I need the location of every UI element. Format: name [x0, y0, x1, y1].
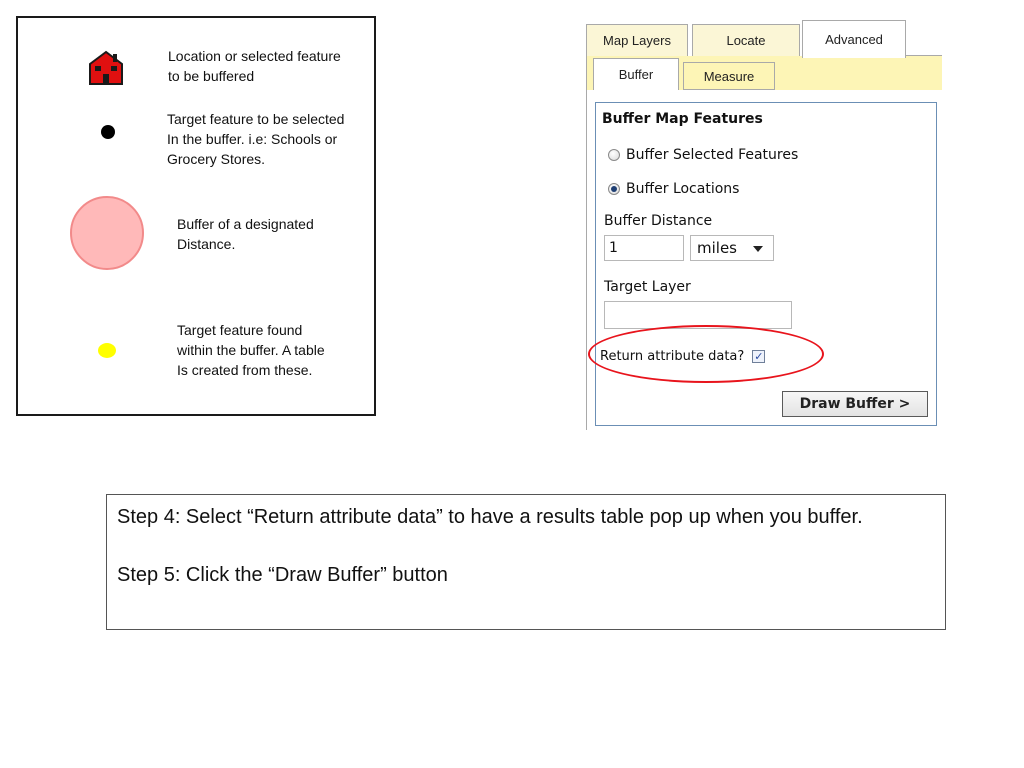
radio-locations[interactable]	[608, 183, 620, 195]
distance-unit-select[interactable]: miles	[690, 235, 774, 261]
radio-selected-features-label: Buffer Selected Features	[626, 147, 799, 163]
instructions-box: Step 4: Select “Return attribute data” t…	[106, 494, 946, 630]
legend-label-found: Target feature found within the buffer. …	[177, 322, 325, 378]
black-dot-icon	[101, 125, 115, 139]
legend-box: Location or selected feature to be buffe…	[16, 16, 376, 416]
tab-content: Buffer Map Features Buffer Selected Feat…	[586, 90, 942, 430]
buffer-tool-panel: Map Layers Locate Advanced Buffer Measur…	[584, 18, 942, 430]
main-tab-bar: Map Layers Locate Advanced	[584, 18, 942, 58]
legend-label-buffer: Buffer of a designated Distance.	[177, 216, 314, 252]
sub-tab-bar: Buffer Measure	[586, 56, 942, 90]
step-4-text: Step 4: Select “Return attribute data” t…	[117, 506, 863, 528]
radio-row-selected-features[interactable]: Buffer Selected Features	[608, 147, 798, 163]
chevron-down-icon	[753, 246, 763, 252]
tab-map-layers[interactable]: Map Layers	[586, 24, 688, 56]
legend-label-location: Location or selected feature to be buffe…	[168, 48, 341, 84]
buffer-form: Buffer Map Features Buffer Selected Feat…	[588, 102, 937, 426]
radio-selected-features[interactable]	[608, 149, 620, 161]
target-layer-label: Target Layer	[604, 279, 691, 295]
radio-row-locations[interactable]: Buffer Locations	[608, 181, 739, 197]
step-5-text: Step 5: Click the “Draw Buffer” button	[117, 564, 448, 586]
tab-locate[interactable]: Locate	[692, 24, 800, 56]
return-attribute-row[interactable]: Return attribute data? ✓	[600, 349, 766, 364]
house-icon	[89, 50, 123, 85]
distance-unit-value: miles	[697, 239, 737, 257]
form-title: Buffer Map Features	[602, 111, 763, 127]
target-layer-input[interactable]	[604, 301, 792, 329]
yellow-dot-icon	[98, 343, 116, 358]
draw-buffer-button[interactable]: Draw Buffer >	[782, 391, 928, 417]
return-attribute-label: Return attribute data?	[600, 349, 745, 364]
radio-locations-label: Buffer Locations	[626, 181, 740, 197]
buffer-circle-icon	[70, 196, 144, 270]
legend-label-target: Target feature to be selected In the buf…	[167, 111, 345, 167]
buffer-distance-input[interactable]	[604, 235, 684, 261]
tab-advanced[interactable]: Advanced	[802, 20, 906, 58]
subtab-measure[interactable]: Measure	[683, 62, 775, 90]
return-attribute-checkbox[interactable]: ✓	[752, 350, 766, 363]
buffer-distance-label: Buffer Distance	[604, 213, 713, 229]
subtab-buffer[interactable]: Buffer	[593, 58, 679, 90]
